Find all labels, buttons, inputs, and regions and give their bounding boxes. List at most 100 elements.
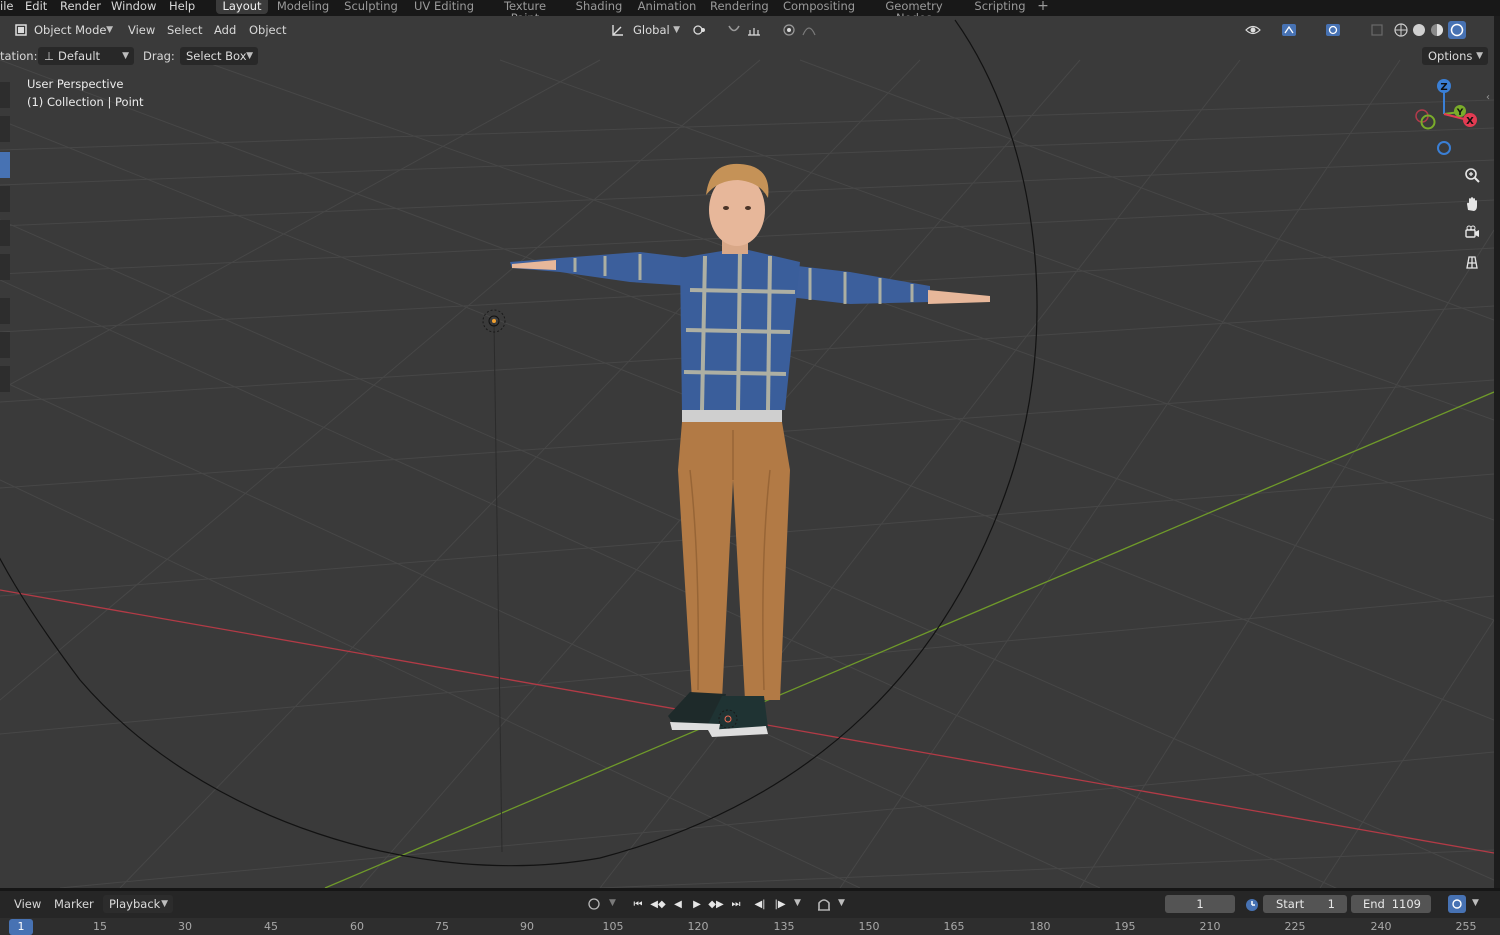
- timeline-view-icon[interactable]: [1448, 895, 1466, 913]
- play-icon[interactable]: ▶: [689, 896, 705, 912]
- ruler-tick: 30: [178, 920, 192, 933]
- tab-animation[interactable]: Animation: [636, 0, 698, 14]
- orientation-value: Default: [58, 49, 101, 63]
- orientation-dropdown[interactable]: ⊥ Default ▼: [38, 47, 134, 65]
- chevron-down-icon[interactable]: ▼: [609, 898, 616, 908]
- overlays-icon[interactable]: [1324, 21, 1342, 39]
- stopwatch-icon[interactable]: [1243, 895, 1261, 913]
- 3d-viewport[interactable]: Object Mode ▼ View Select Add Object Glob…: [0, 16, 1494, 888]
- menu-edit[interactable]: Edit: [25, 0, 47, 14]
- tool-cursor[interactable]: [0, 116, 10, 142]
- tool-transform[interactable]: [0, 254, 10, 280]
- tab-sculpting[interactable]: Sculpting: [343, 0, 399, 14]
- wireframe-shading-icon[interactable]: [1392, 21, 1410, 39]
- viewport-menu-select[interactable]: Select: [167, 22, 202, 38]
- viewport-menu-object[interactable]: Object: [249, 22, 286, 38]
- end-label: End: [1363, 897, 1385, 911]
- transform-orientation-dropdown[interactable]: Global ▼: [627, 21, 685, 39]
- perspective-toggle-icon[interactable]: [1459, 249, 1485, 275]
- sidebar-toggle-icon[interactable]: ‹: [1486, 92, 1490, 103]
- tab-geometry-nodes[interactable]: Geometry Nodes: [868, 0, 960, 24]
- tool-rotate[interactable]: [0, 186, 10, 212]
- prev-marker-icon[interactable]: ◀|: [752, 896, 768, 912]
- tab-compositing[interactable]: Compositing: [780, 0, 858, 14]
- material-preview-icon[interactable]: [1428, 21, 1446, 39]
- transform-orientation-icon[interactable]: [609, 21, 627, 39]
- xray-icon[interactable]: [1368, 21, 1386, 39]
- light-radius-outline: [0, 19, 1038, 867]
- camera-view-icon[interactable]: [1459, 220, 1485, 246]
- drag-value: Select Box: [186, 49, 247, 63]
- prev-keyframe-icon[interactable]: ◀◆: [650, 896, 666, 912]
- ruler-tick: 210: [1199, 920, 1221, 933]
- pan-hand-icon[interactable]: [1459, 191, 1485, 217]
- options-dropdown[interactable]: Options ▼: [1422, 47, 1488, 65]
- pivot-point-icon[interactable]: [691, 21, 709, 39]
- ruler-tick: 165: [943, 920, 965, 933]
- menu-help[interactable]: Help: [169, 0, 195, 14]
- ruler-tick: 255: [1455, 920, 1477, 933]
- proportional-falloff-icon[interactable]: [800, 21, 818, 39]
- jump-end-icon[interactable]: ⏭: [728, 896, 744, 912]
- tab-uv-editing[interactable]: UV Editing: [412, 0, 476, 14]
- tool-move[interactable]: [0, 152, 10, 178]
- menu-render[interactable]: Render: [60, 0, 101, 14]
- character-model[interactable]: [510, 163, 990, 737]
- mode-dropdown[interactable]: Object Mode ▼: [28, 21, 118, 39]
- tool-select[interactable]: [0, 82, 10, 108]
- end-value: 1109: [1391, 897, 1421, 911]
- viewport-menu-view[interactable]: View: [128, 22, 155, 38]
- tool-add-cube[interactable]: [0, 366, 10, 392]
- proportional-editing-icon[interactable]: [780, 21, 798, 39]
- navigation-gizmo[interactable]: Z Y X: [1404, 74, 1488, 158]
- play-reverse-icon[interactable]: ◀: [670, 896, 686, 912]
- chevron-down-icon: ▼: [246, 51, 253, 61]
- tab-scripting[interactable]: Scripting: [972, 0, 1028, 14]
- tool-scale[interactable]: [0, 220, 10, 246]
- current-frame-marker[interactable]: 1: [9, 919, 33, 935]
- chevron-down-icon[interactable]: ▼: [794, 898, 801, 908]
- current-frame-field[interactable]: 1: [1165, 895, 1235, 913]
- viewport-menu-add[interactable]: Add: [214, 22, 236, 38]
- jump-start-icon[interactable]: ⏮: [630, 896, 646, 912]
- chevron-down-icon[interactable]: ▼: [838, 898, 845, 908]
- collection-info-label: (1) Collection | Point: [27, 95, 144, 109]
- next-marker-icon[interactable]: |▶: [772, 896, 788, 912]
- timeline-ruler[interactable]: 1 15 30 45 60 75 90 105 120 135 150 165 …: [0, 918, 1500, 935]
- timeline-menu-marker[interactable]: Marker: [54, 896, 94, 912]
- tab-modeling[interactable]: Modeling: [275, 0, 331, 14]
- rendered-shading-icon[interactable]: [1448, 21, 1466, 39]
- tab-texture-paint[interactable]: Texture Paint: [488, 0, 562, 24]
- playback-dropdown[interactable]: Playback ▼: [103, 895, 173, 913]
- tool-measure[interactable]: [0, 332, 10, 358]
- add-workspace-button[interactable]: +: [1034, 0, 1052, 14]
- snap-icon[interactable]: [725, 21, 743, 39]
- zoom-icon[interactable]: [1459, 162, 1485, 188]
- mode-label: Object Mode: [34, 23, 107, 37]
- chevron-down-icon: ▼: [161, 899, 168, 909]
- tool-annotate[interactable]: [0, 298, 10, 324]
- chevron-down-icon[interactable]: ▼: [1472, 898, 1479, 908]
- keyframe-record-icon[interactable]: [585, 895, 603, 913]
- tab-layout[interactable]: Layout: [216, 0, 268, 14]
- solid-shading-icon[interactable]: [1410, 21, 1428, 39]
- end-frame-field[interactable]: End 1109: [1351, 895, 1431, 913]
- drag-dropdown[interactable]: Select Box ▼: [180, 47, 258, 65]
- gizmo-toggle-icon[interactable]: [1280, 21, 1298, 39]
- snap-target-icon[interactable]: [745, 21, 763, 39]
- next-keyframe-icon[interactable]: ◆▶: [708, 896, 724, 912]
- ruler-tick: 180: [1029, 920, 1051, 933]
- orientation-label: tation:: [0, 49, 38, 63]
- tab-shading[interactable]: Shading: [574, 0, 624, 14]
- menu-file[interactable]: ile: [0, 0, 13, 14]
- tab-rendering[interactable]: Rendering: [710, 0, 769, 14]
- visibility-icon[interactable]: [1244, 21, 1262, 39]
- chevron-down-icon: ▼: [673, 25, 680, 35]
- ruler-tick: 60: [350, 920, 364, 933]
- auto-keying-icon[interactable]: [815, 895, 833, 913]
- timeline-menu-view[interactable]: View: [14, 896, 41, 912]
- ruler-tick: 240: [1370, 920, 1392, 933]
- menu-window[interactable]: Window: [111, 0, 156, 14]
- options-label: Options: [1428, 49, 1473, 63]
- start-frame-field[interactable]: Start 1: [1263, 895, 1347, 913]
